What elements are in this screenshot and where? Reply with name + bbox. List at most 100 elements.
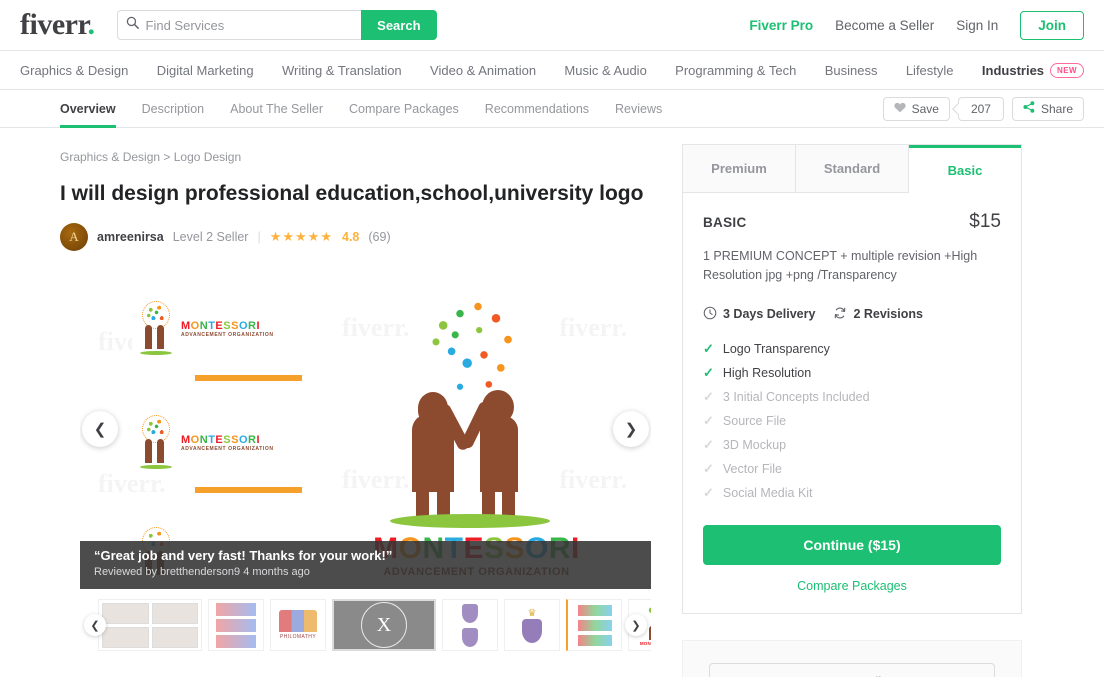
check-icon: ✓ (703, 436, 714, 452)
search-input[interactable] (145, 17, 354, 33)
thumbnails-prev-button[interactable]: ❮ (84, 614, 106, 637)
rating-stars: ★★★★★ (269, 229, 333, 245)
divider-horizontal (195, 487, 302, 494)
category-music-audio[interactable]: Music & Audio (564, 63, 646, 78)
search-input-wrap[interactable] (116, 10, 362, 40)
feature-3d-mockup: ✓ 3D Mockup (703, 437, 1001, 453)
gallery-prev-button[interactable]: ❮ (82, 411, 118, 448)
seller-username[interactable]: amreenirsa (97, 230, 164, 244)
category-industries[interactable]: Industries NEW (982, 62, 1084, 78)
feature-label: Logo Transparency (722, 341, 830, 356)
thumbnails-next-button[interactable]: ❯ (625, 614, 647, 637)
thumbnail-crest-crown[interactable]: ♛ (504, 599, 560, 652)
logo-variant-horizontal: MONTESSORI ADVANCEMENT ORGANIZATION (132, 409, 302, 478)
gig-sidebar: Premium Standard Basic BASIC $15 1 PREMI… (682, 144, 1022, 677)
nav-sign-in[interactable]: Sign In (956, 18, 998, 33)
package-tab-basic[interactable]: Basic (909, 145, 1021, 193)
breadcrumb-child[interactable]: Logo Design (174, 150, 241, 164)
share-label: Share (1040, 101, 1073, 116)
revisions-label: 2 Revisions (853, 307, 923, 322)
header-nav: Fiverr Pro Become a Seller Sign In Join (749, 10, 1084, 40)
package-tab-premium[interactable]: Premium (683, 145, 796, 193)
check-icon: ✓ (703, 364, 714, 380)
package-panel: Premium Standard Basic BASIC $15 1 PREMI… (682, 144, 1022, 614)
search-button[interactable]: Search (361, 10, 437, 40)
gig-gallery: fiverr. fiverr. (80, 269, 651, 590)
feature-label: 3 Initial Concepts Included (722, 389, 870, 404)
refresh-icon (833, 306, 847, 323)
package-header-row: BASIC $15 (703, 211, 1001, 233)
feature-label: Source File (722, 413, 787, 428)
save-button[interactable]: Save (882, 96, 950, 121)
check-icon: ✓ (703, 460, 714, 476)
tab-reviews[interactable]: Reviews (615, 90, 662, 128)
site-header: fiverr. Search Fiverr Pro Become a Selle… (0, 0, 1104, 50)
logo-subtext: ADVANCEMENT ORGANIZATION (181, 446, 274, 453)
package-body: BASIC $15 1 PREMIUM CONCEPT + multiple r… (683, 193, 1021, 613)
logo-subtext: ADVANCEMENT ORGANIZATION (181, 332, 274, 339)
check-icon: ✓ (703, 340, 714, 356)
join-button[interactable]: Join (1020, 10, 1084, 40)
feature-high-resolution: ✓ High Resolution (703, 365, 1001, 381)
feature-vector-file: ✓ Vector File (703, 461, 1001, 477)
fiverr-logo[interactable]: fiverr. (20, 10, 95, 40)
nav-fiverr-pro[interactable]: Fiverr Pro (749, 18, 813, 33)
feature-label: 3D Mockup (722, 437, 787, 452)
avatar[interactable]: A (60, 223, 88, 252)
logo-text: fiverr (20, 8, 88, 41)
revisions: 2 Revisions (833, 306, 923, 323)
package-features: ✓ Logo Transparency ✓ High Resolution ✓ … (703, 341, 1001, 501)
check-icon: ✓ (703, 484, 714, 500)
search-bar: Search (116, 10, 437, 40)
thumbnail-crest-small[interactable] (442, 599, 498, 652)
divider-horizontal (195, 375, 302, 382)
rating-count: (69) (368, 230, 391, 245)
feature-source-file: ✓ Source File (703, 413, 1001, 429)
tab-description[interactable]: Description (142, 90, 205, 128)
feature-label: Vector File (722, 461, 782, 476)
logo-dot: . (87, 8, 96, 41)
category-video-animation[interactable]: Video & Animation (430, 63, 536, 78)
save-label: Save (911, 101, 939, 116)
search-icon (126, 16, 146, 34)
thumbnail-montessori-stack[interactable] (566, 599, 622, 652)
thumbnail-philomathy-book[interactable]: PHILOMATHY (270, 599, 326, 652)
breadcrumb: Graphics & Design > Logo Design (60, 150, 660, 164)
thumbnail-x-monogram[interactable]: X (332, 599, 436, 652)
category-business[interactable]: Business (825, 63, 878, 78)
gig-main-column: Graphics & Design > Logo Design I will d… (20, 144, 660, 677)
tab-compare-packages[interactable]: Compare Packages (349, 90, 459, 128)
category-writing-translation[interactable]: Writing & Translation (282, 63, 402, 78)
thumbnail-philomathy-small[interactable] (208, 599, 264, 652)
rating-value: 4.8 (342, 230, 360, 245)
category-digital-marketing[interactable]: Digital Marketing (157, 63, 254, 78)
check-icon: ✓ (703, 412, 714, 428)
package-tabs: Premium Standard Basic (683, 145, 1021, 193)
review-quote: “Great job and very fast! Thanks for you… (94, 548, 393, 564)
feature-label: Social Media Kit (722, 485, 813, 500)
feature-social-media-kit: ✓ Social Media Kit (703, 485, 1001, 501)
feature-initial-concepts: ✓ 3 Initial Concepts Included (703, 389, 1001, 405)
package-tab-standard[interactable]: Standard (796, 145, 909, 193)
contact-seller-button[interactable]: Contact Seller (709, 662, 995, 677)
compare-packages-link[interactable]: Compare Packages (703, 579, 1001, 593)
contact-seller-card: Contact Seller (682, 639, 1022, 677)
tab-recommendations[interactable]: Recommendations (485, 90, 589, 128)
tab-overview[interactable]: Overview (60, 90, 116, 128)
montessori-logo: MONTESSORI ADVANCEMENT ORGANIZATION (342, 284, 612, 578)
page-title: I will design professional education,sch… (60, 182, 644, 205)
page-content: Graphics & Design > Logo Design I will d… (0, 128, 1104, 677)
category-programming-tech[interactable]: Programming & Tech (675, 63, 796, 78)
thumbnail-mockup-grid[interactable] (98, 599, 202, 652)
package-meta: 3 Days Delivery 2 Revisions (703, 306, 1001, 323)
nav-become-a-seller[interactable]: Become a Seller (835, 18, 934, 33)
category-lifestyle[interactable]: Lifestyle (906, 63, 954, 78)
heart-icon (893, 102, 906, 116)
share-button[interactable]: Share (1011, 96, 1084, 121)
gallery-thumbnail-strip: ❮ PHILOMATHY X ♛ MON ❯ (80, 597, 651, 653)
category-graphics-design[interactable]: Graphics & Design (20, 63, 128, 78)
gallery-next-button[interactable]: ❯ (613, 411, 649, 448)
breadcrumb-parent[interactable]: Graphics & Design (60, 150, 160, 164)
continue-button[interactable]: Continue ($15) (703, 524, 1001, 565)
tab-about-the-seller[interactable]: About The Seller (230, 90, 323, 128)
